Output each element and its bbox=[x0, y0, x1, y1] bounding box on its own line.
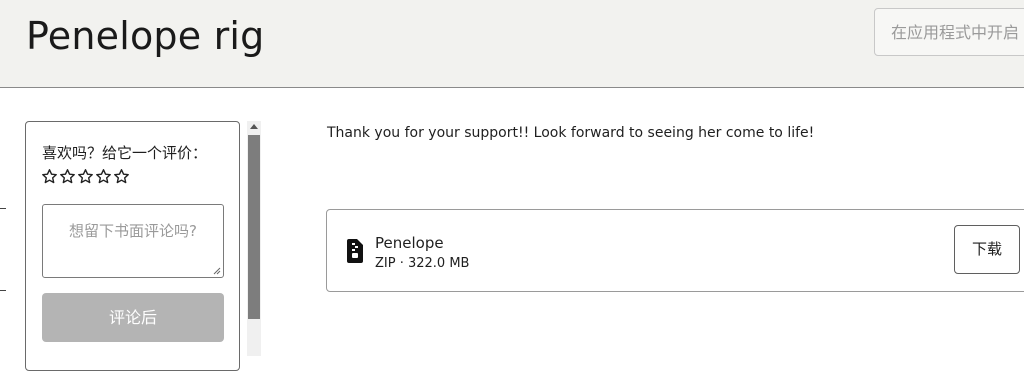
star-icon[interactable] bbox=[113, 168, 130, 185]
comment-textarea[interactable]: 想留下书面评论吗? bbox=[42, 204, 224, 278]
page-header: Penelope rig 在应用程式中开启 bbox=[0, 0, 1024, 88]
star-icon[interactable] bbox=[77, 168, 94, 185]
star-icon[interactable] bbox=[95, 168, 112, 185]
submit-review-button[interactable]: 评论后 bbox=[42, 293, 224, 342]
star-rating[interactable] bbox=[41, 168, 130, 185]
creator-message: Thank you for your support!! Look forwar… bbox=[327, 125, 815, 141]
scrollbar[interactable] bbox=[247, 121, 261, 356]
comment-placeholder: 想留下书面评论吗? bbox=[69, 222, 197, 240]
page-title: Penelope rig bbox=[26, 14, 265, 58]
open-in-app-button[interactable]: 在应用程式中开启 bbox=[874, 8, 1024, 56]
star-icon[interactable] bbox=[59, 168, 76, 185]
review-prompt: 喜欢吗？给它一个评价： bbox=[42, 144, 208, 162]
file-name: Penelope bbox=[375, 234, 444, 252]
scroll-up-arrow-icon[interactable] bbox=[250, 124, 258, 129]
file-card: Penelope ZIP · 322.0 MB 下载 bbox=[326, 209, 1024, 292]
edge-tick bbox=[0, 208, 6, 209]
zip-file-icon bbox=[347, 239, 363, 263]
scroll-thumb[interactable] bbox=[248, 135, 260, 319]
download-button[interactable]: 下载 bbox=[954, 225, 1020, 274]
edge-tick bbox=[0, 290, 6, 291]
file-meta: ZIP · 322.0 MB bbox=[375, 256, 470, 271]
star-icon[interactable] bbox=[41, 168, 58, 185]
review-panel: 喜欢吗？给它一个评价： 想留下书面评论吗? 评论后 bbox=[25, 121, 240, 371]
resize-grip-icon[interactable] bbox=[213, 267, 221, 275]
